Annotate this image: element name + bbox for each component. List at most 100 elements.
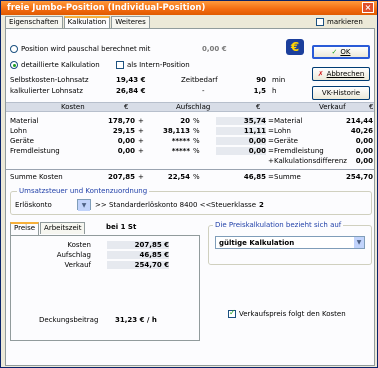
row-verkauf: 0,00 <box>355 157 373 165</box>
intern-label: als Intern-Position <box>127 61 190 69</box>
row-eq: = <box>268 127 274 135</box>
cancel-icon: ✗ <box>317 70 324 78</box>
preiskalk-heading: Die Preiskalkulation bezieht sich auf <box>213 221 344 229</box>
tab-preise[interactable]: Preise <box>10 222 40 235</box>
preiskalk-dropdown[interactable]: gültige Kalkulation ▼ <box>215 236 365 249</box>
preiskalk-selected: gültige Kalkulation <box>219 239 295 247</box>
check-icon: ✓ <box>331 48 338 56</box>
summe-label: Summe Kosten <box>10 173 63 181</box>
zeitbedarf-value[interactable]: 90 <box>236 76 266 84</box>
window: freie Jumbo-Position (Individual-Positio… <box>0 0 378 368</box>
kalkulierter-unit: h <box>272 87 277 95</box>
erloes-dropdown[interactable]: ▼ <box>77 199 91 211</box>
markieren-option[interactable]: markieren <box>316 18 363 26</box>
summe-pct-unit: % <box>193 173 200 181</box>
header-kosten: Kosten <box>61 103 85 111</box>
summe-divider <box>6 169 374 170</box>
table-row: Fremdleistung 0,00 + ***** % 0,00 = Frem… <box>6 147 374 156</box>
row-eq: = <box>268 137 274 145</box>
vk-historie-button[interactable]: VK-Historie <box>312 86 370 100</box>
erloes-label: Erlöskonto <box>15 201 52 209</box>
table-row: Material 178,70 + 20 % 35,74 = Material … <box>6 117 374 126</box>
row-aufschlag: 0,00 <box>216 147 266 155</box>
pauschal-label: Position wird pauschal berechnet mit <box>21 45 151 53</box>
title-bar: freie Jumbo-Position (Individual-Positio… <box>1 1 377 15</box>
summe-kosten: 207,85 <box>107 173 135 181</box>
markieren-label: markieren <box>327 18 363 26</box>
row-right-label: Geräte <box>274 137 298 145</box>
row-pct[interactable]: ***** <box>156 137 190 145</box>
deckung-label: Deckungsbeitrag <box>39 316 99 324</box>
header-verkauf: Verkauf <box>319 103 346 111</box>
row-label: Fremdleistung <box>10 147 60 155</box>
row-pct-unit: % <box>193 137 200 145</box>
row-pct[interactable]: 38,113 <box>156 127 190 135</box>
verkaufspreis-option[interactable]: Verkaufspreis folgt den Kosten <box>228 308 346 318</box>
umsatz-group: Umsatzsteuer und Kontenzuordnung Erlösko… <box>10 187 372 215</box>
ok-button[interactable]: ✓ OK <box>312 45 370 59</box>
markieren-checkbox[interactable] <box>316 18 324 26</box>
kalkulierter-value: 26,84 € <box>116 87 146 95</box>
row-verkauf: 0,00 <box>355 147 373 155</box>
header-aufschlag: Aufschlag <box>176 103 211 111</box>
chevron-down-icon: ▼ <box>78 200 90 211</box>
row-aufschlag: 0,00 <box>216 137 266 145</box>
row-right-label: Fremdleistung <box>274 147 324 155</box>
row-pct[interactable]: ***** <box>156 147 190 155</box>
row-aufschlag: 11,11 <box>216 127 266 135</box>
row-verkauf: 0,00 <box>355 137 373 145</box>
summe-eq: = <box>268 173 274 181</box>
selbstkosten-value: 19,43 € <box>116 76 146 84</box>
tab-eigenschaften[interactable]: Eigenschaften <box>5 16 63 28</box>
tab-arbeitszeit[interactable]: Arbeitszeit <box>40 222 86 234</box>
tab-bar: Eigenschaften Kalkulation Weiteres <box>5 16 151 29</box>
row-kosten[interactable]: 0,00 <box>91 137 135 145</box>
pauschal-option[interactable]: Position wird pauschal berechnet mit <box>10 45 150 53</box>
close-button[interactable]: × <box>362 2 374 13</box>
table-row: Lohn 29,15 + 38,113 % 11,11 = Lohn 40,26 <box>6 127 374 136</box>
ok-label: OK <box>340 48 351 56</box>
row-aufschlag: 35,74 <box>216 117 266 125</box>
verkaufspreis-checkbox[interactable] <box>228 308 236 318</box>
pauschal-radio[interactable] <box>10 45 18 53</box>
umsatz-heading: Umsatzsteuer und Kontenzuordnung <box>17 187 150 195</box>
table-row: + Kalkulationsdifferenz 0,00 <box>6 157 374 166</box>
row-kosten[interactable]: 178,70 <box>91 117 135 125</box>
row-kosten[interactable]: 0,00 <box>91 147 135 155</box>
erloes-text: >> Standarderlöskonto 8400 << <box>95 201 212 209</box>
summe-right-label: Summe <box>274 173 301 181</box>
verkaufspreis-label: Verkaufspreis folgt den Kosten <box>239 310 346 318</box>
kalkulierter-sep: - <box>202 87 205 95</box>
detail-label: detaillierte Kalkulation <box>21 61 100 69</box>
table-header: Kosten € Aufschlag € Verkauf € <box>6 102 374 112</box>
row-pct-unit: % <box>193 117 200 125</box>
preise-row-value: 207,85 € <box>107 241 169 249</box>
row-pct[interactable]: 20 <box>156 117 190 125</box>
preise-panel: Kosten 207,85 € Aufschlag 46,85 € Verkau… <box>10 235 200 341</box>
abbrechen-label: Abbrechen <box>326 70 365 78</box>
euro-logo-icon: € <box>286 39 304 55</box>
row-kosten[interactable]: 29,15 <box>91 127 135 135</box>
summe-op: + <box>138 173 144 181</box>
preise-row-label: Aufschlag <box>56 251 91 259</box>
selbstkosten-label: Selbstkosten-Lohnsatz <box>10 76 89 84</box>
deckung-value: 31,23 € / h <box>115 316 157 324</box>
abbrechen-button[interactable]: ✗ Abbrechen <box>312 67 370 81</box>
kalkulierter-time: 1,5 <box>253 87 266 95</box>
intern-option[interactable]: als Intern-Position <box>116 61 190 69</box>
intern-checkbox[interactable] <box>116 61 124 69</box>
summe-pct: 22,54 <box>167 173 190 181</box>
detail-radio[interactable] <box>10 61 18 69</box>
row-pct-unit: % <box>193 127 200 135</box>
header-euro-3: € <box>369 103 374 111</box>
row-label: Material <box>10 117 39 125</box>
detail-option[interactable]: detaillierte Kalkulation <box>10 61 100 69</box>
steuer-label: Steuerklasse <box>211 201 257 209</box>
row-op: + <box>138 147 144 155</box>
tab-weiteres[interactable]: Weiteres <box>111 16 150 28</box>
steuer-value: 2 <box>259 201 264 209</box>
row-verkauf: 214,44 <box>345 117 373 125</box>
kalkulation-panel: Position wird pauschal berechnet mit 0,0… <box>5 28 375 366</box>
pauschal-value: 0,00 € <box>202 45 227 53</box>
close-icon: × <box>364 3 372 12</box>
